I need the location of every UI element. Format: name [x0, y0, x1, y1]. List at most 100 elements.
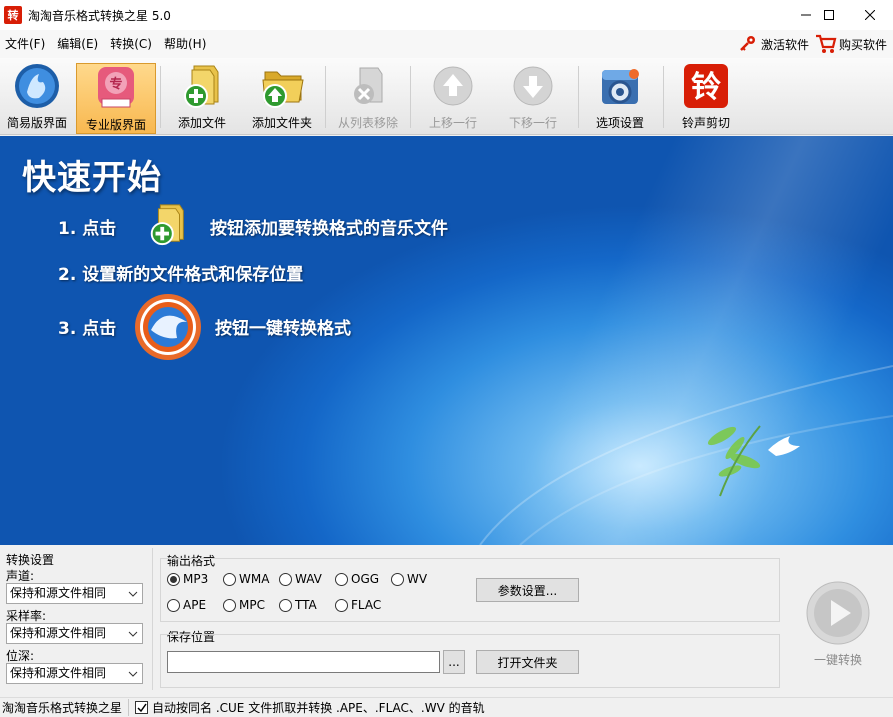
simple-ui-label: 简易版界面	[6, 116, 67, 130]
samplerate-label: 采样率:	[6, 609, 47, 623]
convert-icon	[135, 294, 201, 360]
bitdepth-label: 位深:	[6, 649, 35, 663]
arrow-up-icon	[433, 66, 473, 106]
ringtone-icon-char: 铃	[691, 70, 721, 105]
quick-start-banner: 快速开始 1. 点击 按钮添加要转换格式的音乐文件 2. 设置新的文件格式和保存…	[0, 136, 893, 545]
format-mp3-label: MP3	[183, 572, 209, 586]
format-ogg-radio[interactable]: OGG	[335, 571, 379, 587]
title-bar: 转 淘淘音乐格式转换之星 5.0	[0, 0, 893, 30]
browse-button[interactable]: ...	[443, 650, 465, 674]
format-wv-label: WV	[407, 572, 428, 586]
status-app-name: 淘淘音乐格式转换之星	[0, 699, 130, 716]
format-wv-radio[interactable]: WV	[391, 571, 427, 587]
step2-text: 2. 设置新的文件格式和保存位置	[58, 265, 304, 285]
activate-software-link[interactable]: 激活软件	[739, 35, 809, 53]
format-mp3-radio[interactable]: MP3	[167, 571, 208, 587]
pro-book-icon: 专	[98, 67, 134, 108]
key-icon	[740, 36, 755, 51]
add-file-label: 添加文件	[177, 116, 226, 130]
close-button[interactable]	[847, 0, 893, 30]
format-wav-label: WAV	[295, 572, 322, 586]
convert-label: 一键转换	[813, 653, 862, 667]
format-wma-radio[interactable]: WMA	[223, 571, 269, 587]
ringtone-cut-button[interactable]: 铃 铃声剪切	[671, 62, 741, 132]
add-folder-icon	[262, 71, 304, 108]
shopping-cart-icon	[815, 34, 837, 53]
samplerate-value: 保持和源文件相同	[10, 626, 107, 640]
menu-bar: 文件(F) 编辑(E) 转换(C) 帮助(H) 激活软件 购买软件	[0, 30, 893, 58]
step1-text: 按钮添加要转换格式的音乐文件	[210, 219, 448, 239]
step3-prefix: 3. 点击	[58, 319, 117, 339]
play-convert-icon	[806, 581, 870, 645]
buy-software-link[interactable]: 购买软件	[815, 34, 887, 54]
maximize-icon	[824, 10, 834, 20]
format-ape-label: APE	[183, 598, 207, 612]
options-button[interactable]: 选项设置	[585, 62, 655, 132]
ringtone-label: 铃声剪切	[681, 116, 730, 130]
format-mpc-radio[interactable]: MPC	[223, 597, 265, 613]
samplerate-select[interactable]: 保持和源文件相同	[6, 623, 143, 644]
cue-checkbox-label: 自动按同名 .CUE 文件抓取并转换 .APE、.FLAC、.WV 的音轨	[152, 701, 485, 715]
leaf-icon	[707, 425, 761, 497]
format-flac-radio[interactable]: FLAC	[335, 597, 381, 613]
activate-label: 激活软件	[760, 37, 809, 52]
chevron-down-icon	[128, 671, 138, 677]
simple-ui-button[interactable]: 简易版界面	[2, 62, 72, 132]
params-settings-button[interactable]: 参数设置...	[476, 578, 579, 602]
toolbar: 简易版界面 专 专业版界面 添加文件 添加文件夹 从列表移除 上移一行 下移一行…	[0, 58, 893, 135]
format-tta-radio[interactable]: TTA	[279, 597, 317, 613]
window-title: 淘淘音乐格式转换之星 5.0	[28, 8, 171, 23]
channel-select[interactable]: 保持和源文件相同	[6, 583, 143, 604]
chevron-down-icon	[128, 591, 138, 597]
step1-prefix: 1. 点击	[58, 219, 117, 239]
channel-label: 声道:	[6, 569, 35, 583]
ringtone-icon: 铃	[684, 64, 728, 108]
remove-from-list-button[interactable]: 从列表移除	[333, 62, 403, 132]
add-folder-button[interactable]: 添加文件夹	[246, 62, 318, 132]
checkbox-checked-icon	[135, 701, 149, 714]
add-file-button[interactable]: 添加文件	[167, 62, 237, 132]
options-label: 选项设置	[595, 116, 644, 130]
pro-ui-button[interactable]: 专 专业版界面	[76, 63, 156, 134]
pro-ui-label: 专业版界面	[85, 118, 146, 132]
remove-file-icon	[354, 67, 383, 104]
app-logo-icon: 转	[4, 6, 22, 24]
chevron-down-icon	[128, 631, 138, 637]
step3-text: 按钮一键转换格式	[215, 319, 351, 339]
maximize-button[interactable]	[806, 0, 852, 30]
pro-icon-char: 专	[109, 76, 122, 92]
add-folder-label: 添加文件夹	[251, 116, 312, 130]
move-down-label: 下移一行	[508, 116, 557, 130]
status-bar: 淘淘音乐格式转换之星 自动按同名 .CUE 文件抓取并转换 .APE、.FLAC…	[0, 697, 893, 717]
bird-icon	[768, 436, 800, 456]
menu-file[interactable]: 文件(F)	[0, 30, 50, 58]
format-flac-label: FLAC	[351, 598, 382, 612]
bitdepth-value: 保持和源文件相同	[10, 666, 107, 680]
close-icon	[865, 10, 875, 20]
menu-edit[interactable]: 编辑(E)	[52, 30, 103, 58]
convert-button[interactable]: 一键转换	[800, 580, 876, 672]
remove-label: 从列表移除	[337, 116, 398, 130]
buy-label: 购买软件	[838, 37, 887, 52]
move-down-button[interactable]: 下移一行	[500, 62, 566, 132]
add-file-icon	[184, 65, 219, 108]
bitdepth-select[interactable]: 保持和源文件相同	[6, 663, 143, 684]
format-mpc-label: MPC	[239, 598, 265, 612]
format-ogg-label: OGG	[351, 572, 380, 586]
open-folder-button[interactable]: 打开文件夹	[476, 650, 579, 674]
menu-convert[interactable]: 转换(C)	[105, 30, 157, 58]
save-path-input[interactable]	[167, 651, 440, 673]
flame-globe-icon	[15, 64, 59, 108]
conversion-settings-title: 转换设置	[6, 553, 55, 567]
format-tta-label: TTA	[295, 598, 317, 612]
channel-value: 保持和源文件相同	[10, 586, 107, 600]
cue-checkbox[interactable]: 自动按同名 .CUE 文件抓取并转换 .APE、.FLAC、.WV 的音轨	[135, 699, 485, 716]
format-wma-label: WMA	[239, 572, 270, 586]
format-wav-radio[interactable]: WAV	[279, 571, 322, 587]
arrow-down-icon	[513, 66, 553, 106]
add-file-icon	[150, 204, 184, 246]
format-ape-radio[interactable]: APE	[167, 597, 206, 613]
quick-start-heading: 快速开始	[22, 158, 162, 198]
move-up-button[interactable]: 上移一行	[420, 62, 486, 132]
menu-help[interactable]: 帮助(H)	[159, 30, 211, 58]
